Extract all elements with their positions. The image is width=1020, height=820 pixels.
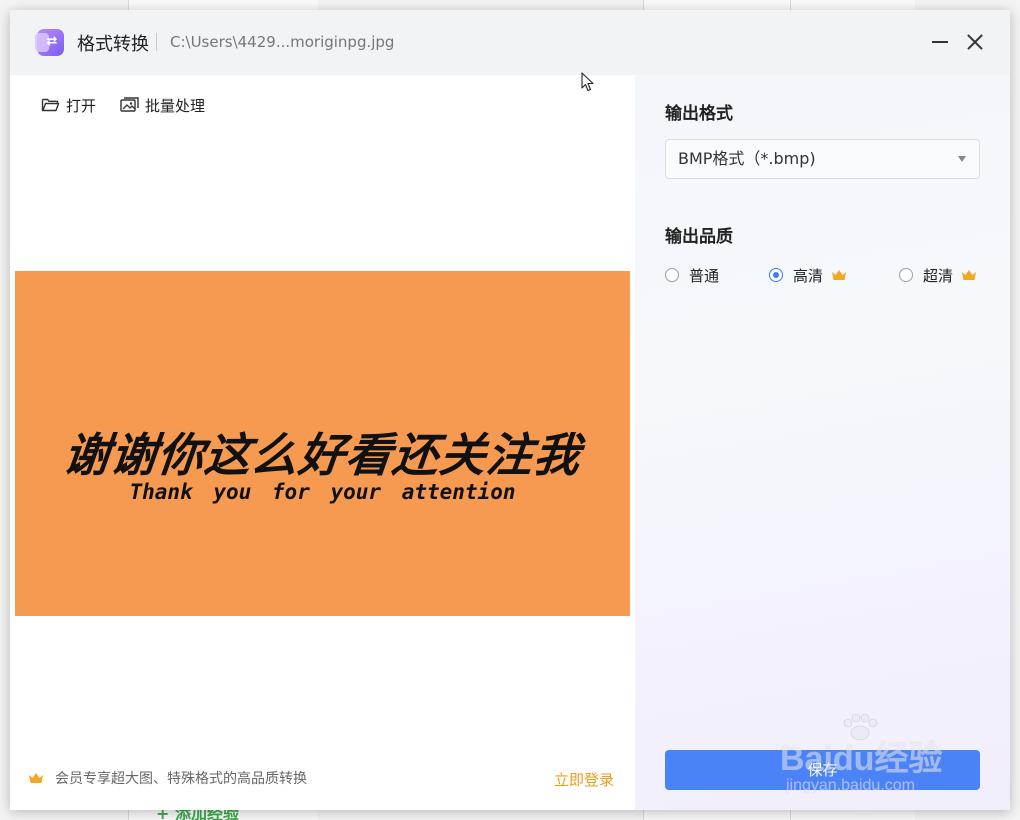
image-preview: 谢谢你这么好看还关注我 Thank you for your attention — [15, 271, 630, 616]
quality-option-label: 超清 — [923, 266, 954, 285]
file-path: C:\Users\4429...moriginpg.jpg — [170, 33, 395, 51]
batch-process-button[interactable]: 批量处理 — [120, 94, 205, 116]
crown-icon — [961, 269, 977, 281]
login-link[interactable]: 立即登录 — [554, 769, 614, 790]
preview-text-chinese: 谢谢你这么好看还关注我 — [60, 428, 584, 482]
watermark-brand: Baidu经验 — [780, 740, 943, 778]
preview-text-english: Thank you for your attention — [129, 480, 516, 504]
member-promo: 会员专享超大图、特殊格式的高品质转换 — [28, 768, 307, 788]
crown-icon — [28, 772, 44, 784]
output-format-value: BMP格式（*.bmp) — [678, 149, 816, 168]
title-divider — [156, 33, 157, 51]
title-bar: ⇄ 格式转换 C:\Users\4429...moriginpg.jpg — [10, 10, 1010, 75]
dropdown-arrow-icon — [958, 156, 966, 162]
quality-option-normal[interactable]: 普通 — [665, 265, 719, 285]
batch-label: 批量处理 — [145, 96, 206, 115]
settings-panel: 输出格式 BMP格式（*.bmp) 输出品质 普通 高清 超清 保存 — [635, 75, 1010, 810]
open-button[interactable]: 打开 — [41, 94, 96, 116]
folder-open-icon — [41, 97, 60, 113]
quality-option-label: 高清 — [793, 266, 824, 285]
app-title: 格式转换 — [77, 34, 149, 55]
quality-option-hd[interactable]: 高清 — [769, 265, 847, 285]
output-format-label: 输出格式 — [665, 104, 733, 124]
close-button[interactable] — [963, 30, 987, 54]
images-icon — [120, 97, 139, 113]
quality-option-uhd[interactable]: 超清 — [899, 265, 977, 285]
app-logo-icon: ⇄ — [35, 29, 64, 56]
radio-button[interactable] — [899, 268, 913, 282]
output-quality-label: 输出品质 — [665, 227, 733, 247]
baidu-watermark: Baidu经验 jingyan.baidu.com — [780, 713, 1010, 803]
crown-icon — [831, 269, 847, 281]
radio-button[interactable] — [665, 268, 679, 282]
output-format-select[interactable]: BMP格式（*.bmp) — [665, 139, 980, 179]
quality-option-label: 普通 — [689, 266, 720, 285]
minimize-button[interactable] — [928, 30, 952, 54]
open-label: 打开 — [66, 96, 97, 115]
radio-button-checked[interactable] — [769, 268, 783, 282]
format-convert-dialog: ⇄ 格式转换 C:\Users\4429...moriginpg.jpg 打开 … — [10, 10, 1010, 810]
watermark-url: jingyan.baidu.com — [786, 777, 915, 794]
mouse-cursor-icon — [581, 72, 594, 92]
member-promo-text: 会员专享超大图、特殊格式的高品质转换 — [55, 771, 307, 787]
